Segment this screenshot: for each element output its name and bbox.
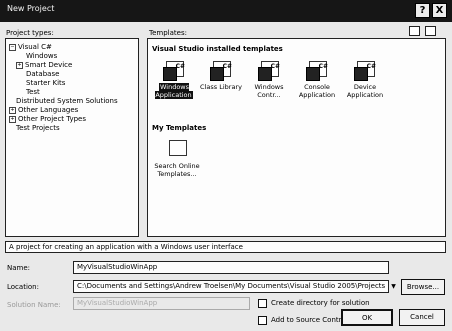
add-source-control-label[interactable]: Add to Source Control (271, 316, 348, 324)
templates-panel[interactable]: Visual Studio installed templates C# Win… (147, 38, 446, 237)
template-windows-control-library[interactable]: C# Windows Contr... (246, 61, 292, 99)
my-templates-heading: My Templates (152, 124, 207, 132)
template-console-application[interactable]: C# Console Application (294, 61, 340, 99)
location-label: Location: (7, 283, 39, 291)
search-online-templates-icon (166, 140, 188, 160)
tree-item-windows[interactable]: Windows (26, 52, 57, 61)
template-class-library[interactable]: C# Class Library (198, 61, 244, 91)
expand-icon[interactable]: + (9, 106, 16, 114)
tree-item-other-project-types[interactable]: + Other Project Types (9, 115, 86, 124)
tree-item-starter-kits[interactable]: Starter Kits (26, 79, 65, 88)
large-icons-view-icon[interactable] (409, 26, 420, 36)
tree-item-distributed-system-solutions[interactable]: Distributed System Solutions (16, 97, 118, 106)
create-directory-label[interactable]: Create directory for solution (271, 299, 370, 307)
add-source-control-checkbox[interactable] (258, 316, 267, 325)
device-application-icon: C# (354, 61, 376, 81)
solution-name-input: MyVisualStudioWinApp (73, 297, 250, 310)
console-application-icon: C# (306, 61, 328, 81)
expand-icon[interactable]: + (9, 115, 16, 123)
tree-item-visual-csharp[interactable]: − Visual C# (9, 43, 52, 52)
installed-templates-heading: Visual Studio installed templates (152, 45, 283, 53)
windows-control-icon: C# (258, 61, 280, 81)
tree-item-database[interactable]: Database (26, 70, 59, 79)
tree-item-test[interactable]: Test (26, 88, 40, 97)
class-library-icon: C# (210, 61, 232, 81)
template-search-online[interactable]: Search Online Templates... (151, 140, 203, 178)
solution-name-label: Solution Name: (7, 301, 61, 309)
window-title: New Project (7, 4, 55, 13)
name-label: Name: (7, 264, 31, 272)
title-bar: New Project ? X (0, 0, 452, 22)
ok-button[interactable]: OK (341, 309, 393, 326)
template-description: A project for creating an application wi… (5, 241, 446, 253)
tree-item-other-languages[interactable]: + Other Languages (9, 106, 78, 115)
location-input[interactable]: C:\Documents and Settings\Andrew Troelse… (73, 280, 389, 293)
template-windows-application[interactable]: C# Windows Application (151, 61, 197, 99)
cancel-button[interactable]: Cancel (399, 309, 445, 326)
tree-item-test-projects[interactable]: Test Projects (16, 124, 60, 133)
expand-icon[interactable]: + (16, 61, 23, 69)
tree-item-smart-device[interactable]: + Smart Device (16, 61, 72, 70)
name-input[interactable]: MyVisualStudioWinApp (73, 261, 389, 274)
template-device-application[interactable]: C# Device Application (342, 61, 388, 99)
project-types-label: Project types: (6, 29, 54, 37)
location-dropdown-arrow-icon[interactable]: ▼ (389, 280, 398, 293)
project-types-tree[interactable]: − Visual C# Windows + Smart Device Databas… (5, 38, 139, 237)
close-button[interactable]: X (432, 3, 447, 18)
templates-label: Templates: (149, 29, 187, 37)
collapse-icon[interactable]: − (9, 43, 16, 51)
browse-button[interactable]: Browse... (401, 279, 445, 295)
small-icons-view-icon[interactable] (425, 26, 436, 36)
windows-application-icon: C# (163, 61, 185, 81)
help-button[interactable]: ? (415, 3, 430, 18)
create-directory-checkbox[interactable] (258, 299, 267, 308)
